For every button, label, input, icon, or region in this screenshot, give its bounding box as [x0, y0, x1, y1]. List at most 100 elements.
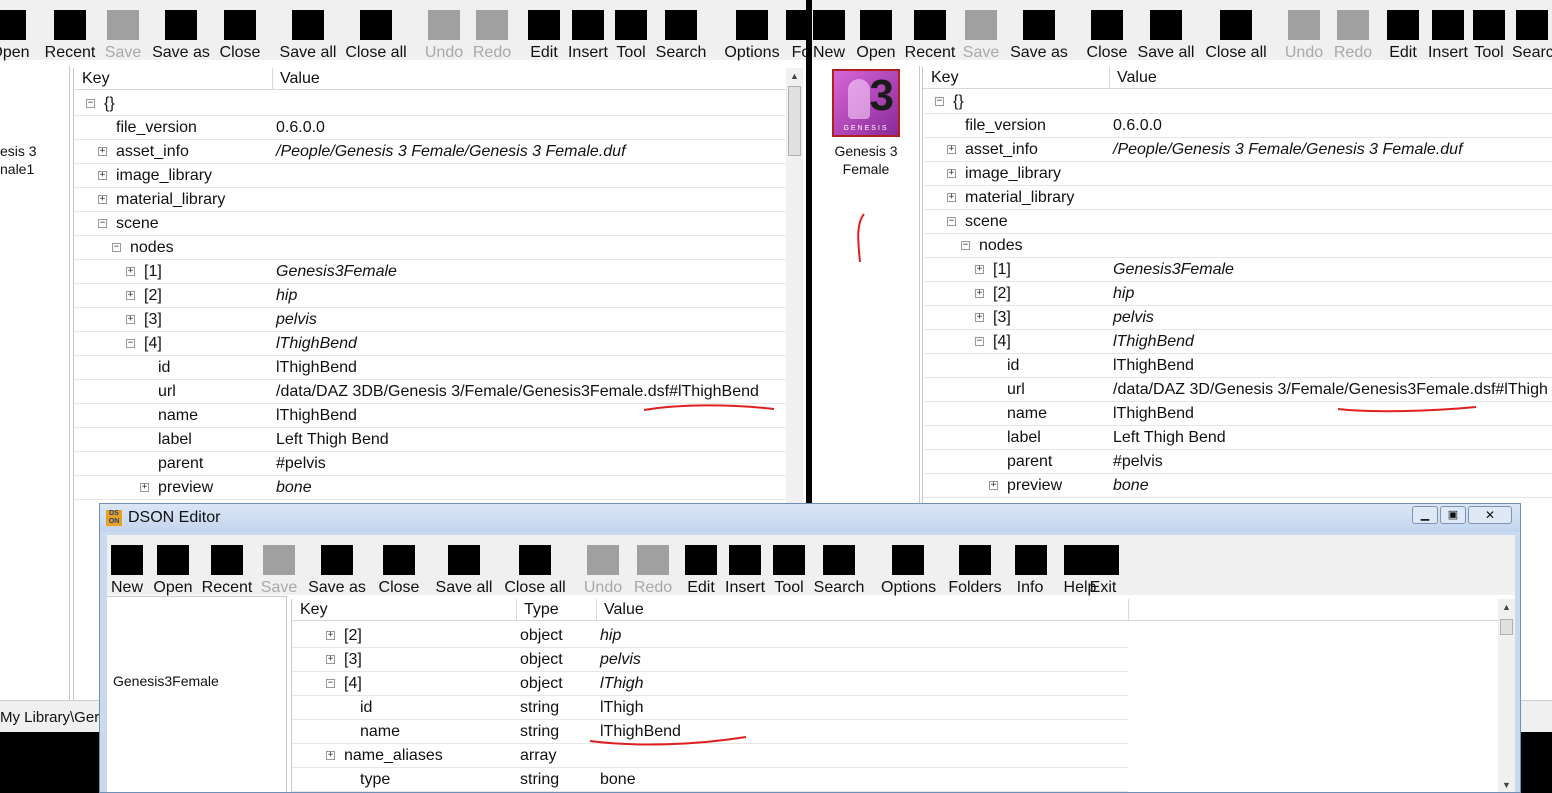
close-button[interactable]: Close: [1084, 0, 1130, 61]
tree-row[interactable]: + [1] Genesis3Female: [74, 260, 786, 284]
save-as-button[interactable]: Save as: [150, 0, 212, 61]
tree-row[interactable]: name string lThighBend: [292, 720, 1128, 744]
tree-row[interactable]: − [4] lThighBend: [923, 330, 1552, 354]
tree-row[interactable]: − scene: [74, 212, 786, 236]
column-header[interactable]: Key Type Value: [292, 599, 1499, 621]
key-column-header[interactable]: Key: [931, 69, 959, 87]
info-button[interactable]: Info: [1015, 535, 1047, 596]
save-as-button[interactable]: Save as: [305, 535, 369, 596]
close-button[interactable]: Close: [216, 0, 264, 61]
new-button[interactable]: New: [812, 0, 846, 61]
column-divider[interactable]: [596, 599, 597, 621]
close-button[interactable]: ✕: [1468, 506, 1512, 524]
search-button[interactable]: Search: [654, 0, 708, 61]
collapse-icon[interactable]: −: [126, 339, 135, 348]
recent-button[interactable]: Recent: [42, 0, 98, 61]
value-column-header[interactable]: Value: [280, 70, 320, 88]
scroll-down-icon[interactable]: ▼: [1498, 777, 1515, 792]
tree-row[interactable]: + [2] hip: [74, 284, 786, 308]
tree-row[interactable]: − nodes: [923, 234, 1552, 258]
recent-button[interactable]: Recent: [902, 0, 958, 61]
column-header[interactable]: Key Value: [923, 67, 1552, 89]
tool-button[interactable]: Tool: [1470, 0, 1508, 61]
tree-row[interactable]: name lThighBend: [74, 404, 786, 428]
minimize-button[interactable]: ▁: [1412, 506, 1438, 524]
scroll-up-icon[interactable]: ▲: [1498, 599, 1515, 616]
column-divider[interactable]: [1109, 67, 1110, 89]
tree-row[interactable]: + material_library: [923, 186, 1552, 210]
tree-row[interactable]: url/data/DAZ 3DB/Genesis 3/Female/Genesi…: [74, 380, 786, 404]
options-button[interactable]: Options: [722, 0, 782, 61]
tree-row[interactable]: label Left Thigh Bend: [923, 426, 1552, 450]
tree-row[interactable]: + preview bone: [74, 476, 786, 500]
options-button[interactable]: Options: [881, 535, 936, 596]
collapse-icon[interactable]: −: [947, 217, 956, 226]
column-header[interactable]: Key Value: [74, 68, 786, 90]
collapse-icon[interactable]: −: [98, 219, 107, 228]
collapse-icon[interactable]: −: [935, 97, 944, 106]
tree-row[interactable]: url/data/DAZ 3D/Genesis 3/Female/Genesis…: [923, 378, 1552, 402]
tool-button[interactable]: Tool: [771, 535, 807, 596]
search-button[interactable]: Search: [809, 535, 869, 596]
tree-row[interactable]: − nodes: [74, 236, 786, 260]
tree-row[interactable]: + [2] object hip: [292, 624, 1128, 648]
tree-row[interactable]: + asset_info/People/Genesis 3 Female/Gene…: [74, 140, 786, 164]
tree-row[interactable]: + preview bone: [923, 474, 1552, 498]
tree-row[interactable]: + [2] hip: [923, 282, 1552, 306]
edit-button[interactable]: Edit: [1384, 0, 1422, 61]
expand-icon[interactable]: +: [326, 751, 335, 760]
collapse-icon[interactable]: −: [86, 99, 95, 108]
edit-button[interactable]: Edit: [683, 535, 719, 596]
folders-button[interactable]: Folders: [945, 535, 1005, 596]
recent-button[interactable]: Recent: [199, 535, 255, 596]
expand-icon[interactable]: +: [975, 313, 984, 322]
expand-icon[interactable]: +: [947, 169, 956, 178]
scroll-up-icon[interactable]: ▲: [786, 68, 803, 85]
expand-icon[interactable]: +: [140, 483, 149, 492]
expand-icon[interactable]: +: [975, 265, 984, 274]
expand-icon[interactable]: +: [98, 147, 107, 156]
scroll-thumb[interactable]: [788, 86, 801, 156]
insert-button[interactable]: Insert: [566, 0, 610, 61]
open-button[interactable]: Open: [0, 0, 35, 61]
value-column-header[interactable]: Value: [1117, 69, 1157, 87]
value-column-header[interactable]: Value: [604, 601, 644, 619]
close-button[interactable]: Close: [373, 535, 425, 596]
expand-icon[interactable]: +: [326, 655, 335, 664]
tree-row[interactable]: file_version 0.6.0.0: [923, 114, 1552, 138]
collapse-icon[interactable]: −: [961, 241, 970, 250]
column-divider[interactable]: [272, 68, 273, 90]
tree-row[interactable]: + [3] pelvis: [923, 306, 1552, 330]
tree-row[interactable]: −{}: [74, 92, 786, 116]
expand-icon[interactable]: +: [947, 193, 956, 202]
edit-button[interactable]: Edit: [526, 0, 562, 61]
expand-icon[interactable]: +: [975, 289, 984, 298]
expand-icon[interactable]: +: [326, 631, 335, 640]
genesis-thumbnail[interactable]: 3 GENESIS: [832, 69, 900, 137]
tree-row[interactable]: file_version 0.6.0.0: [74, 116, 786, 140]
tree-row[interactable]: + [1] Genesis3Female: [923, 258, 1552, 282]
key-column-header[interactable]: Key: [300, 601, 328, 619]
tree-row[interactable]: + [3] object pelvis: [292, 648, 1128, 672]
tool-button[interactable]: Tool: [612, 0, 650, 61]
dialog-titlebar[interactable]: DS ON DSON Editor ▁ ▣ ✕: [100, 504, 1520, 532]
tree-row[interactable]: label Left Thigh Bend: [74, 428, 786, 452]
expand-icon[interactable]: +: [989, 481, 998, 490]
collapse-icon[interactable]: −: [326, 679, 335, 688]
tree-row[interactable]: − [4] object lThigh: [292, 672, 1128, 696]
tree-row[interactable]: − [4] lThighBend: [74, 332, 786, 356]
tree-row[interactable]: id lThighBend: [923, 354, 1552, 378]
expand-icon[interactable]: +: [947, 145, 956, 154]
tree-row[interactable]: parent #pelvis: [74, 452, 786, 476]
tree-row[interactable]: + asset_info/People/Genesis 3 Female/Gene…: [923, 138, 1552, 162]
open-button[interactable]: Open: [151, 535, 195, 596]
dialog-scrollbar[interactable]: ▲ ▼: [1498, 599, 1515, 792]
tree-row[interactable]: + image_library: [923, 162, 1552, 186]
open-button[interactable]: Open: [856, 0, 896, 61]
tree-row[interactable]: name lThighBend: [923, 402, 1552, 426]
type-column-header[interactable]: Type: [524, 601, 559, 619]
save-as-button[interactable]: Save as: [1008, 0, 1070, 61]
tree-row[interactable]: parent #pelvis: [923, 450, 1552, 474]
column-divider[interactable]: [1128, 599, 1129, 621]
expand-icon[interactable]: +: [98, 195, 107, 204]
